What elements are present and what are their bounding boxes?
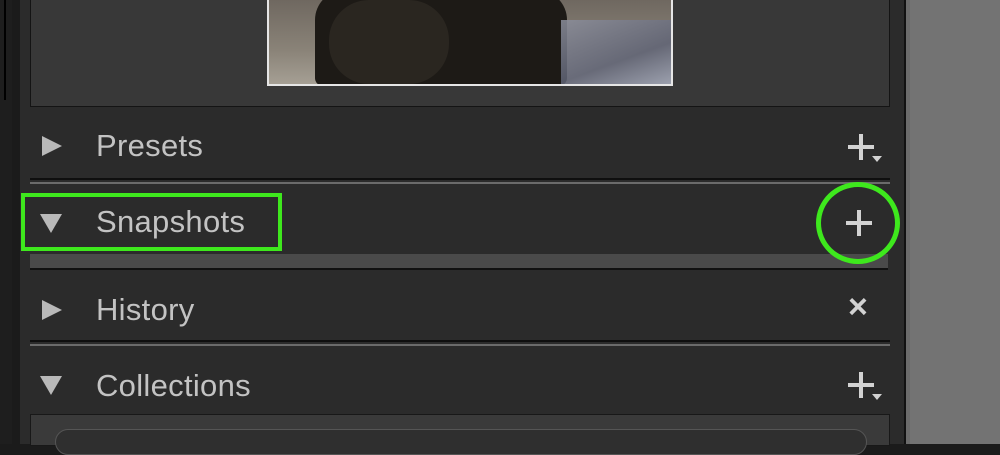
expand-triangle-icon[interactable]	[42, 300, 62, 320]
panel-divider	[30, 178, 890, 180]
chevron-down-icon[interactable]	[872, 156, 882, 162]
workspace-background	[906, 0, 1000, 444]
collapse-triangle-icon[interactable]	[40, 376, 62, 395]
panel-divider-light	[30, 182, 890, 184]
navigator-panel	[30, 0, 890, 107]
clear-history-close-icon[interactable]: ×	[848, 290, 868, 324]
left-edge-line	[4, 0, 6, 100]
add-collection-plus-icon[interactable]	[848, 372, 874, 398]
snapshots-list	[30, 254, 888, 270]
left-panel-edge	[0, 0, 12, 444]
preview-subject-shadow	[329, 0, 449, 84]
workspace-inner	[910, 0, 1000, 444]
history-panel: History ×	[30, 276, 888, 340]
presets-panel: Presets	[30, 116, 888, 180]
presets-header[interactable]: Presets	[30, 116, 888, 180]
preview-snow-area	[561, 20, 671, 84]
collections-list	[30, 414, 890, 455]
history-header[interactable]: History ×	[30, 276, 888, 340]
collections-search-field[interactable]	[55, 429, 867, 455]
collections-header[interactable]: Collections	[30, 352, 888, 416]
panel-divider	[30, 340, 890, 342]
history-title: History	[96, 292, 195, 327]
snapshot-plus-highlight-circle	[816, 182, 900, 264]
navigator-preview-image[interactable]	[267, 0, 673, 86]
presets-title: Presets	[96, 128, 204, 163]
collections-panel: Collections	[30, 352, 888, 416]
panel-divider-light	[30, 344, 890, 346]
collections-title: Collections	[96, 368, 251, 403]
snapshots-highlight-box	[21, 193, 282, 251]
expand-triangle-icon[interactable]	[42, 136, 62, 156]
add-preset-plus-icon[interactable]	[848, 134, 874, 160]
chevron-down-icon[interactable]	[872, 394, 882, 400]
